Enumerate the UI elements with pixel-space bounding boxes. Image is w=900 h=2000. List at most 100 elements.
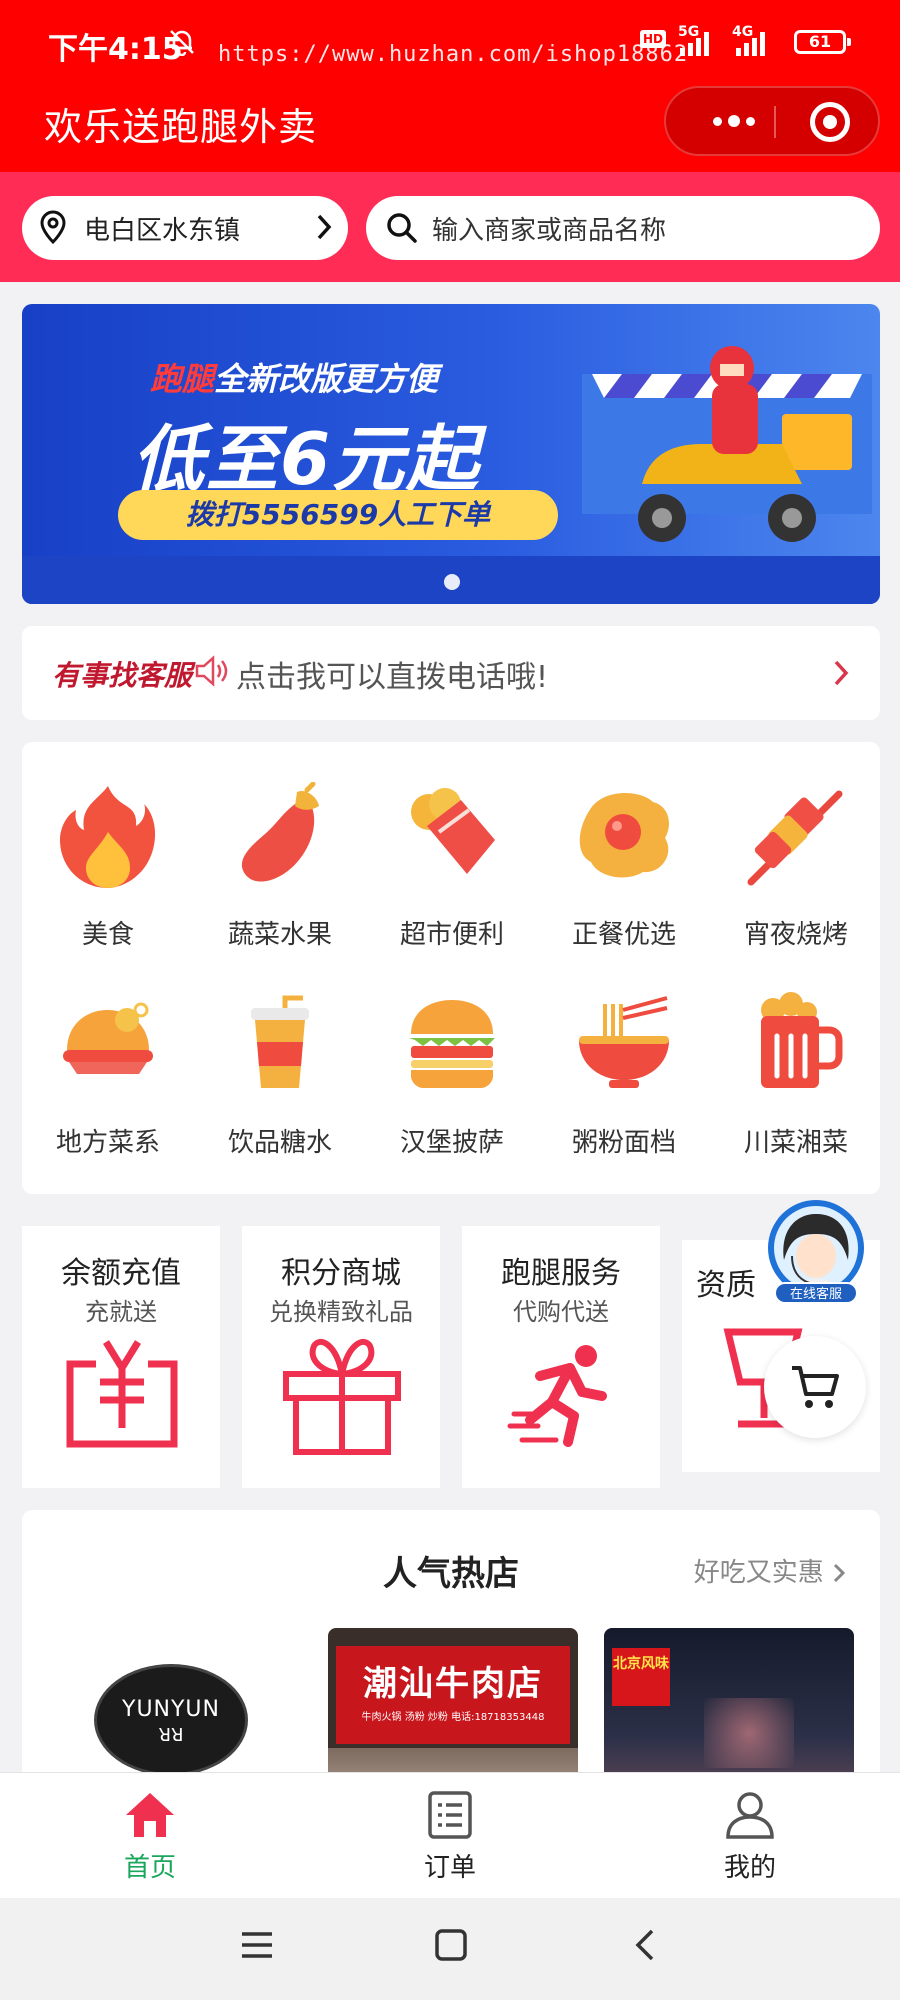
banner-line1-rest: 全新改版更方便 (214, 360, 439, 398)
roast-chicken-icon (63, 1002, 153, 1074)
app-title: 欢乐送跑腿外卖 (44, 105, 318, 149)
top-header: 下午4:15 https://www.huzhan.com/ishop18862… (0, 0, 900, 172)
category-label: 美食 (81, 920, 134, 950)
category-item[interactable]: 超市便利 (366, 742, 538, 950)
tab-profile[interactable]: 我的 (600, 1773, 900, 1899)
status-time: 下午4:15 (48, 32, 183, 67)
tab-home[interactable]: 首页 (0, 1773, 300, 1899)
category-item[interactable]: 美食 (22, 742, 194, 950)
shop-logo-text: YUNYUN (122, 1697, 220, 1722)
watermark-url: https://www.huzhan.com/ishop18862 (218, 42, 689, 67)
banner-phone-pill: 拨打5556599人工下单 (118, 490, 558, 540)
category-label: 超市便利 (399, 920, 504, 950)
category-label: 宵夜烧烤 (743, 920, 848, 950)
bell-muted-icon (170, 30, 194, 56)
runner-icon (507, 1345, 607, 1447)
mini-program-capsule (664, 86, 880, 156)
tab-label: 我的 (723, 1853, 776, 1883)
promo-banner[interactable]: 跑腿全新改版更方便 低至6元起 拨打5556599人工下单 (22, 304, 880, 604)
category-label: 饮品糖水 (227, 1128, 332, 1158)
cart-button[interactable] (764, 1336, 866, 1438)
signal-5g-icon (680, 28, 709, 56)
banner-highlight: 跑腿 (150, 360, 215, 398)
chevron-right-icon (317, 214, 332, 240)
service-card-points-mall[interactable]: 积分商城 兑换精致礼品 (242, 1226, 440, 1488)
shop-logo-sub: ꓤꓤ (158, 1725, 184, 1746)
back-icon[interactable] (628, 1928, 662, 1962)
category-item[interactable]: 汉堡披萨 (366, 950, 538, 1158)
category-label: 川菜湘菜 (743, 1128, 848, 1158)
banner-page-dot[interactable] (444, 574, 460, 590)
flame-icon (60, 786, 156, 888)
online-service-button[interactable]: 在线客服 (762, 1200, 870, 1308)
notice-message: 点击我可以直拨电话哦! (236, 660, 549, 695)
noodle-bowl-icon (579, 996, 669, 1088)
service-subtitle: 充就送 (85, 1298, 157, 1326)
category-label: 粥粉面档 (571, 1128, 676, 1158)
location-pin-icon (40, 210, 66, 244)
category-item[interactable]: 宵夜烧烤 (710, 742, 882, 950)
location-label: 电白区水东镇 (84, 216, 241, 246)
more-dots-icon[interactable] (696, 88, 772, 154)
target-icon[interactable] (810, 102, 850, 142)
category-item[interactable]: 正餐优选 (538, 742, 710, 950)
battery-icon: 61 (794, 30, 851, 54)
search-placeholder: 输入商家或商品名称 (432, 216, 667, 246)
order-list-icon (428, 1791, 472, 1839)
notice-tag: 有事找客服 (52, 659, 193, 692)
category-grid: 美食 蔬菜水果 超市便利 正餐优选 宵夜烧烤 地方菜系 饮品糖水 汉堡披萨 粥粉… (22, 742, 880, 1194)
service-title: 跑腿服务 (501, 1256, 621, 1291)
category-label: 地方菜系 (55, 1128, 160, 1158)
service-subtitle: 代购代送 (513, 1298, 609, 1326)
burger-icon (409, 1000, 495, 1088)
customer-service-notice[interactable]: 有事找客服 点击我可以直拨电话哦! (22, 626, 880, 720)
shop-sign-name: 北京风味 (612, 1648, 670, 1706)
service-card-recharge[interactable]: 余额充值 充就送 (22, 1226, 220, 1488)
user-icon (726, 1792, 774, 1839)
shop-sign-name: 潮汕牛肉店 (363, 1664, 543, 1704)
category-item[interactable]: 川菜湘菜 (710, 950, 882, 1158)
category-label: 汉堡披萨 (399, 1128, 504, 1158)
hot-shops-more-link[interactable]: 好吃又实惠 (694, 1552, 846, 1589)
category-label: 正餐优选 (571, 920, 676, 950)
category-item[interactable]: 饮品糖水 (194, 950, 366, 1158)
recent-apps-icon[interactable] (240, 1928, 274, 1962)
tab-label: 订单 (423, 1853, 476, 1883)
more-link-label: 好吃又实惠 (693, 1558, 824, 1588)
service-card-errand[interactable]: 跑腿服务 代购代送 (462, 1226, 660, 1488)
eggplant-icon (241, 782, 319, 882)
location-selector[interactable]: 电白区水东镇 (22, 196, 348, 260)
fried-egg-icon (579, 792, 669, 878)
shop-night-light (704, 1698, 794, 1768)
category-item[interactable]: 地方菜系 (22, 950, 194, 1158)
status-bar: 下午4:15 https://www.huzhan.com/ishop18862… (0, 0, 900, 84)
home-button-icon[interactable] (434, 1928, 468, 1962)
signal-4g-icon (736, 28, 765, 56)
drink-cup-icon (251, 995, 309, 1088)
category-item[interactable]: 蔬菜水果 (194, 742, 366, 950)
shop-sign: 潮汕牛肉店 牛肉火锅 汤粉 炒粉 电话:18718353448 (336, 1646, 570, 1744)
shop-card-yunyun[interactable]: YUNYUN ꓤꓤ (94, 1664, 248, 1776)
banner-line1: 跑腿全新改版更方便 (150, 354, 438, 400)
tab-orders[interactable]: 订单 (300, 1773, 600, 1899)
delivery-scooter-illustration (582, 346, 872, 542)
system-navigation-bar (0, 1898, 900, 2000)
capsule-divider (774, 106, 776, 138)
online-service-label: 在线客服 (774, 1282, 858, 1304)
category-label: 蔬菜水果 (227, 920, 332, 950)
hot-shops-section: 人气热店 好吃又实惠 YUNYUN ꓤꓤ 潮汕牛肉店 牛肉火锅 汤粉 炒粉 电话… (22, 1510, 880, 1810)
service-title: 积分商城 (281, 1256, 401, 1291)
skewer-icon (747, 790, 843, 886)
search-input[interactable]: 输入商家或商品名称 (366, 196, 880, 260)
yuan-card-icon (66, 1340, 178, 1448)
search-icon (387, 213, 417, 243)
service-title: 余额充值 (61, 1256, 181, 1291)
hd-badge: HD (640, 30, 667, 48)
cart-icon (792, 1366, 839, 1408)
service-subtitle: 兑换精致礼品 (269, 1298, 413, 1326)
category-item[interactable]: 粥粉面档 (538, 950, 710, 1158)
gift-icon (283, 1338, 401, 1455)
beer-mug-icon (761, 992, 843, 1088)
home-icon (126, 1793, 174, 1837)
chevron-right-icon (833, 1563, 846, 1583)
